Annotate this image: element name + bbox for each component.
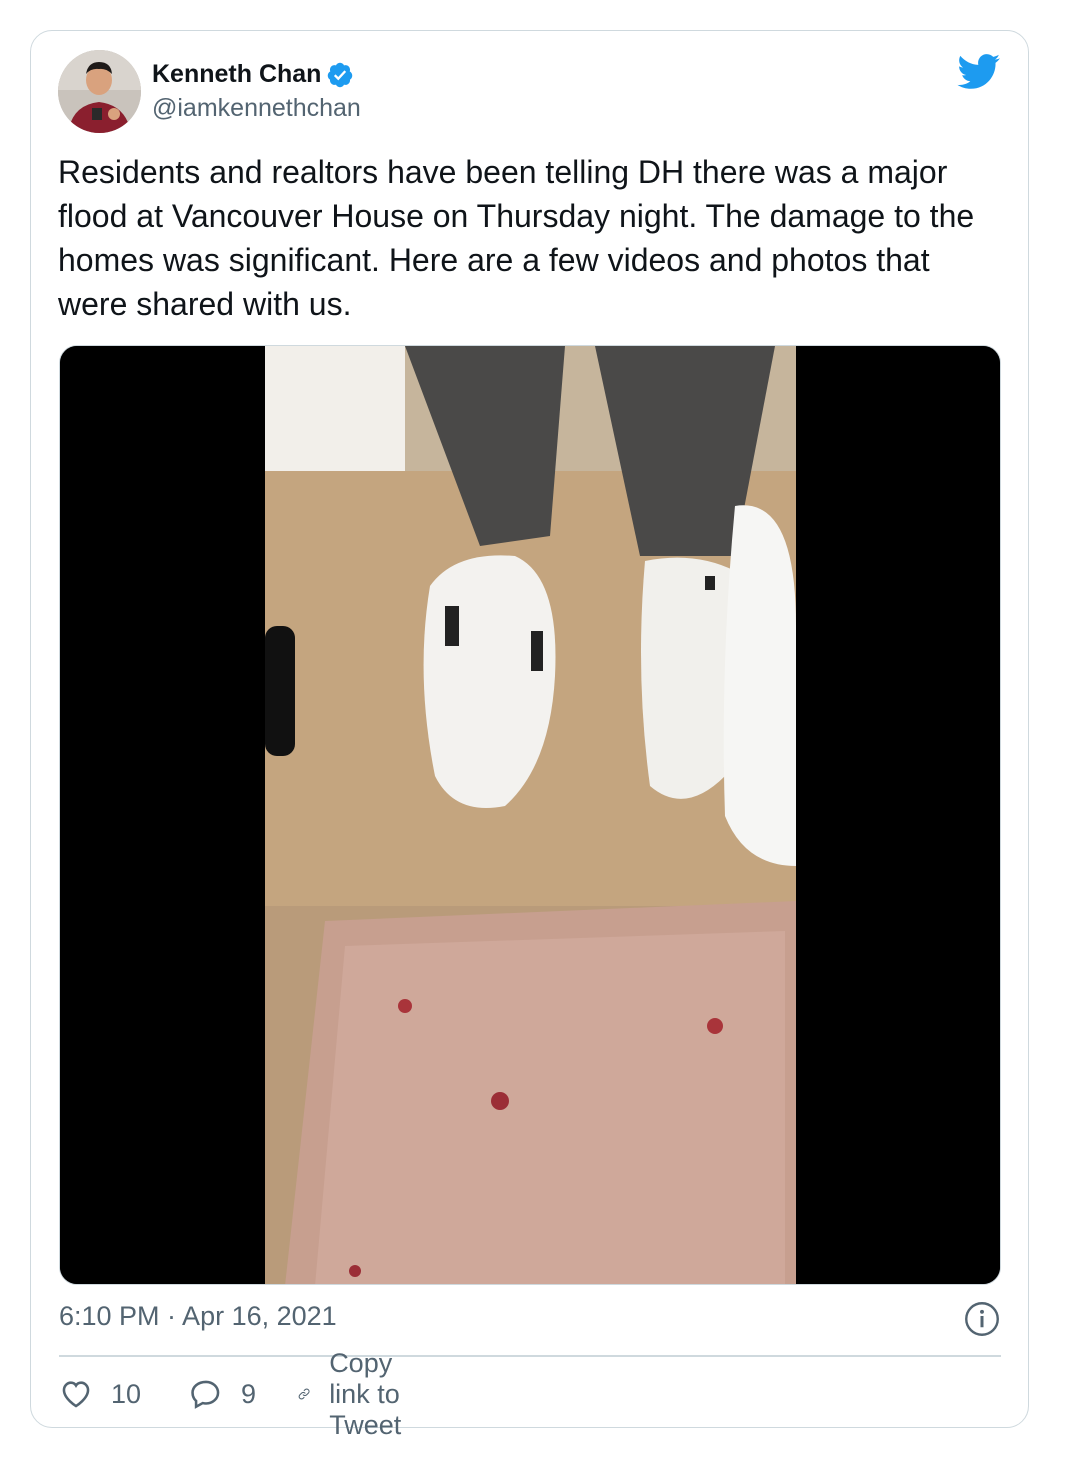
divider: [59, 1355, 1001, 1357]
copy-link-button[interactable]: Copy link to Tweet: [297, 1348, 421, 1440]
reply-button[interactable]: 9: [189, 1372, 256, 1416]
heart-icon: [62, 1381, 90, 1408]
reply-count: 9: [241, 1378, 257, 1409]
tweet-text: Residents and realtors have been telling…: [58, 154, 975, 322]
author-handle[interactable]: @iamkennethchan: [152, 94, 361, 123]
twitter-bird-icon[interactable]: [957, 54, 1001, 90]
info-icon[interactable]: [964, 1301, 1000, 1337]
reply-bubble-icon: [191, 1380, 220, 1409]
like-count: 10: [111, 1378, 142, 1409]
link-icon: [298, 1388, 310, 1400]
tweet-timestamp[interactable]: 6:10 PM · Apr 16, 2021: [59, 1301, 337, 1332]
copy-link-label: Copy link to Tweet: [329, 1347, 402, 1440]
author-name[interactable]: Kenneth Chan: [152, 60, 321, 89]
video-media[interactable]: [59, 345, 1001, 1285]
like-button[interactable]: 10: [59, 1372, 141, 1416]
avatar[interactable]: [58, 50, 141, 133]
verified-badge-icon: [328, 62, 353, 87]
